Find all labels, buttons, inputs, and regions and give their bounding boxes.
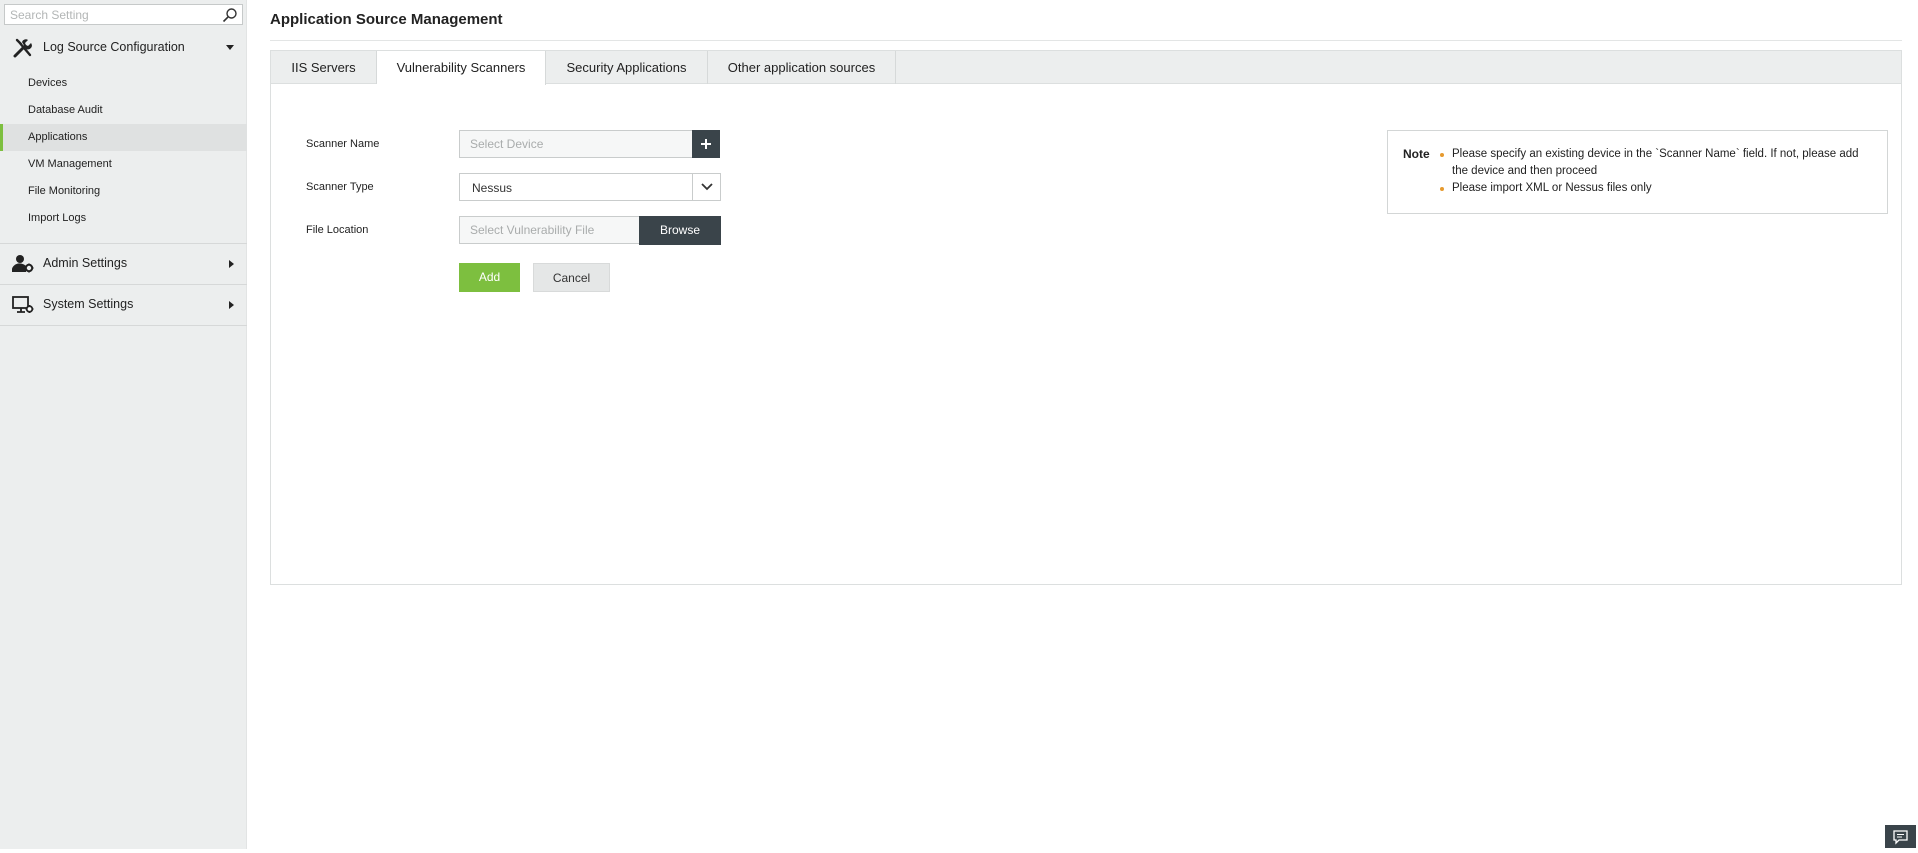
title-divider <box>270 40 1902 41</box>
tab-vulnerability-scanners[interactable]: Vulnerability Scanners <box>377 51 546 85</box>
section-label: Admin Settings <box>43 256 127 270</box>
search-icon[interactable] <box>222 7 238 23</box>
chat-button[interactable] <box>1885 825 1916 848</box>
sidebar-item-file-monitoring[interactable]: File Monitoring <box>0 178 247 205</box>
monitor-gear-icon <box>12 295 34 315</box>
sidebar-item-import-logs[interactable]: Import Logs <box>0 205 247 232</box>
sidebar-item-vm-management[interactable]: VM Management <box>0 151 247 178</box>
chevron-down-icon <box>692 174 720 200</box>
section-admin-settings[interactable]: Admin Settings <box>0 244 247 284</box>
sidebar-item-label: Applications <box>28 131 87 143</box>
sidebar-item-label: Devices <box>28 77 67 89</box>
chat-icon <box>1885 825 1916 848</box>
add-device-button[interactable] <box>692 130 720 158</box>
tab-other-application-sources[interactable]: Other application sources <box>708 51 896 84</box>
sidebar-item-database-audit[interactable]: Database Audit <box>0 97 247 124</box>
note-title: Note <box>1403 147 1430 161</box>
section-label: System Settings <box>43 297 133 311</box>
scanner-type-label: Scanner Type <box>306 181 374 193</box>
chevron-down-icon <box>226 45 234 50</box>
file-location-input[interactable] <box>460 217 639 243</box>
chevron-right-icon <box>229 301 234 309</box>
search-input[interactable] <box>5 5 220 24</box>
cancel-button[interactable]: Cancel <box>533 263 610 292</box>
page-title: Application Source Management <box>270 11 503 28</box>
chevron-right-icon <box>229 260 234 268</box>
scanner-name-input[interactable] <box>460 131 692 157</box>
sidebar-item-label: Import Logs <box>28 212 86 224</box>
scanner-name-label: Scanner Name <box>306 138 379 150</box>
search-box <box>4 4 243 25</box>
sidebar-item-label: Database Audit <box>28 104 103 116</box>
add-button[interactable]: Add <box>459 263 520 292</box>
browse-button[interactable]: Browse <box>639 216 721 245</box>
tools-icon <box>12 38 34 58</box>
scanner-type-select[interactable]: Nessus <box>459 173 721 201</box>
section-system-settings[interactable]: System Settings <box>0 285 247 325</box>
content-panel: IIS Servers Vulnerability Scanners Secur… <box>270 50 1902 585</box>
sidebar-item-label: VM Management <box>28 158 112 170</box>
tab-security-applications[interactable]: Security Applications <box>546 51 708 84</box>
tab-bar: IIS Servers Vulnerability Scanners Secur… <box>271 51 1901 84</box>
section-log-source-configuration[interactable]: Log Source Configuration <box>0 28 247 68</box>
tab-iis-servers[interactable]: IIS Servers <box>271 51 377 84</box>
note-list: Please specify an existing device in the… <box>1440 146 1870 197</box>
file-location-label: File Location <box>306 224 368 236</box>
file-location-field <box>459 216 640 244</box>
sidebar-item-applications[interactable]: Applications <box>0 124 247 151</box>
note-box: Note Please specify an existing device i… <box>1387 130 1888 214</box>
sidebar: Log Source Configuration Devices Databas… <box>0 0 247 849</box>
scanner-name-field <box>459 130 693 158</box>
plus-icon <box>692 130 720 158</box>
sidebar-item-devices[interactable]: Devices <box>0 70 247 97</box>
scanner-type-value: Nessus <box>472 181 512 195</box>
user-gear-icon <box>12 254 34 274</box>
note-item: Please import XML or Nessus files only <box>1440 180 1870 197</box>
note-item: Please specify an existing device in the… <box>1440 146 1870 180</box>
sidebar-item-label: File Monitoring <box>28 185 100 197</box>
section-label: Log Source Configuration <box>43 40 185 54</box>
divider <box>0 325 247 326</box>
